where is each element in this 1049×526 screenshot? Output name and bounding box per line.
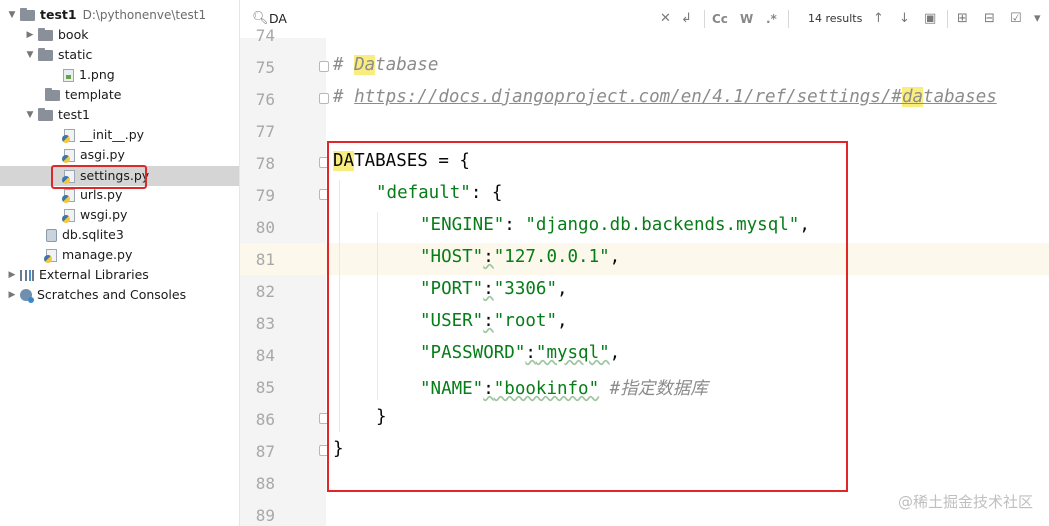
- line-number: 88: [255, 474, 275, 493]
- tree-item-label: book: [58, 27, 89, 42]
- line-number: 78: [255, 154, 275, 173]
- match-case-button[interactable]: Cc: [712, 0, 728, 38]
- python-file-icon: [44, 248, 57, 263]
- chevron-right-icon[interactable]: ▶: [24, 25, 36, 45]
- line-number: 89: [255, 506, 275, 525]
- tree-item-template[interactable]: template: [45, 85, 121, 105]
- filter-icon[interactable]: ▾: [1034, 0, 1041, 38]
- line-number: 79: [255, 186, 275, 205]
- clear-search-icon[interactable]: ✕: [660, 0, 671, 38]
- python-file-icon: [62, 208, 75, 223]
- line-number: 82: [255, 282, 275, 301]
- line-number: 84: [255, 346, 275, 365]
- open-in-window-icon[interactable]: ▣: [924, 0, 936, 38]
- remove-occurrence-icon[interactable]: ⊟: [984, 0, 995, 38]
- database-file-icon: [46, 228, 57, 242]
- tree-item-manage-py[interactable]: manage.py: [44, 245, 133, 265]
- fold-marker-icon[interactable]: [319, 61, 329, 72]
- comment: #: [333, 87, 355, 107]
- line-number: 75: [255, 58, 275, 77]
- root-folder-path: D:\pythonenve\test1: [82, 8, 207, 22]
- tree-item-1-png[interactable]: 1.png: [63, 65, 115, 85]
- tree-item-label: wsgi.py: [80, 207, 128, 222]
- comment-link[interactable]: tabases: [923, 87, 997, 107]
- chevron-down-icon[interactable]: ▼: [24, 105, 36, 125]
- code-line-76: # https://docs.djangoproject.com/en/4.1/…: [333, 87, 997, 107]
- tree-item-db-sqlite3[interactable]: db.sqlite3: [46, 225, 124, 245]
- arrow-up-icon[interactable]: ↑: [873, 0, 884, 38]
- search-results-count: 14 results: [808, 12, 863, 25]
- words-button[interactable]: W: [740, 0, 753, 38]
- regex-button[interactable]: .*: [766, 0, 777, 38]
- select-all-occurrences-icon[interactable]: ☑: [1010, 0, 1022, 38]
- tree-item-urls-py[interactable]: urls.py: [62, 185, 123, 205]
- annotation-highlight-box: [327, 141, 848, 492]
- add-occurrence-icon[interactable]: ⊞: [957, 0, 968, 38]
- tree-item-label: __init__.py: [80, 127, 145, 142]
- divider: [704, 10, 705, 28]
- line-number: 76: [255, 90, 275, 109]
- line-number: 74: [255, 26, 275, 45]
- tree-item-label: db.sqlite3: [62, 227, 124, 242]
- fold-marker-icon[interactable]: [319, 93, 329, 104]
- tree-item-static[interactable]: ▼ static: [24, 45, 93, 65]
- search-match[interactable]: da: [901, 87, 924, 107]
- divider: [788, 10, 789, 28]
- comment: #: [333, 55, 355, 75]
- chevron-down-icon[interactable]: ▼: [24, 45, 36, 65]
- line-number: 83: [255, 314, 275, 333]
- tree-item-scratches[interactable]: ▶ Scratches and Consoles: [6, 285, 186, 305]
- code-line-75: # Database: [333, 55, 438, 75]
- line-number: 86: [255, 410, 275, 429]
- image-file-icon: [63, 68, 74, 82]
- chevron-right-icon[interactable]: ▶: [6, 285, 18, 305]
- new-line-icon[interactable]: ↲: [681, 0, 692, 38]
- tree-item-label: urls.py: [80, 187, 123, 202]
- divider: [947, 10, 948, 28]
- arrow-down-icon[interactable]: ↓: [899, 0, 910, 38]
- line-number: 85: [255, 378, 275, 397]
- chevron-right-icon[interactable]: ▶: [6, 265, 18, 285]
- comment-link[interactable]: https://docs.djangoproject.com/en/4.1/re…: [354, 87, 902, 107]
- library-icon: [20, 269, 34, 281]
- line-number: 80: [255, 218, 275, 237]
- line-number: 81: [255, 250, 275, 269]
- python-file-icon: [62, 188, 75, 203]
- tree-item-external-libraries[interactable]: ▶ External Libraries: [6, 265, 149, 285]
- package-folder-icon: [38, 107, 53, 121]
- project-tree: ▼ test1 D:\pythonenve\test1 ▶ book ▼ sta…: [0, 0, 240, 526]
- tree-item-label: test1: [58, 107, 90, 122]
- tree-item-wsgi-py[interactable]: wsgi.py: [62, 205, 128, 225]
- tree-item-label: manage.py: [62, 247, 133, 262]
- tree-item-label: Scratches and Consoles: [37, 287, 187, 302]
- folder-icon: [38, 27, 53, 41]
- line-number: 87: [255, 442, 275, 461]
- tree-item-asgi-py[interactable]: asgi.py: [62, 145, 125, 165]
- tree-item-label: static: [58, 47, 93, 62]
- scratches-icon: [20, 289, 34, 303]
- tree-item-label: asgi.py: [80, 147, 125, 162]
- tree-item-test1-package[interactable]: ▼ test1: [24, 105, 90, 125]
- search-match: Da: [354, 55, 376, 75]
- chevron-down-icon[interactable]: ▼: [6, 5, 18, 25]
- python-file-icon: [62, 148, 75, 163]
- comment: tabase: [375, 55, 439, 75]
- tree-item-init-py[interactable]: __init__.py: [62, 125, 145, 145]
- python-file-icon: [62, 128, 75, 143]
- tree-item-label: External Libraries: [39, 267, 149, 282]
- tree-item-label: 1.png: [79, 67, 115, 82]
- tree-root-test1[interactable]: ▼ test1 D:\pythonenve\test1: [6, 5, 207, 25]
- line-number: 77: [255, 122, 275, 141]
- find-bar: 🔍︎ DA ✕ ↲ Cc W .* 14 results ↑ ↓ ▣ ⊞ ⊟ ☑…: [240, 0, 1049, 39]
- watermark: @稀土掘金技术社区: [897, 493, 1033, 511]
- root-folder-name: test1: [40, 7, 77, 22]
- folder-icon: [38, 47, 53, 61]
- folder-icon: [20, 7, 35, 21]
- tree-item-book[interactable]: ▶ book: [24, 25, 89, 45]
- tree-item-label: template: [65, 87, 122, 102]
- folder-icon: [45, 87, 60, 101]
